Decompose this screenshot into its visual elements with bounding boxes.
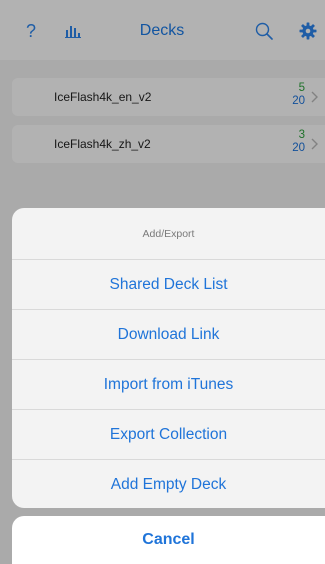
add-empty-deck-button[interactable]: Add Empty Deck	[12, 459, 325, 508]
add-export-action-sheet: Add/Export Shared Deck List Download Lin…	[12, 208, 325, 508]
export-collection-button[interactable]: Export Collection	[12, 409, 325, 459]
download-link-button[interactable]: Download Link	[12, 309, 325, 359]
app-screen: ? Decks IceFlash4k_en_v2 5 20 IceFlash4k…	[0, 0, 325, 564]
import-from-itunes-button[interactable]: Import from iTunes	[12, 359, 325, 409]
action-sheet-title: Add/Export	[142, 227, 195, 240]
shared-deck-list-button[interactable]: Shared Deck List	[12, 259, 325, 309]
cancel-button[interactable]: Cancel	[12, 516, 325, 564]
